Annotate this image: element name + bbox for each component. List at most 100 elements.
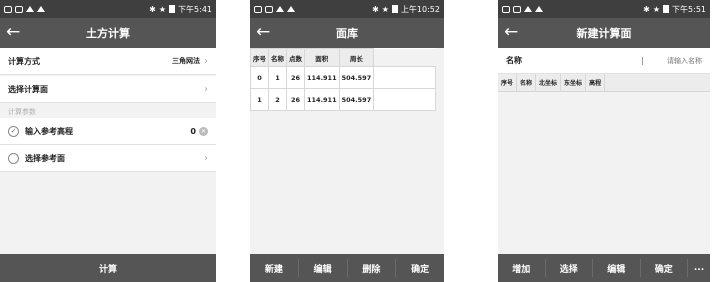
- status-time: 上午10:52: [400, 4, 440, 14]
- star-icon: ★: [652, 4, 661, 14]
- surface-library-screen: ✱ ★ 上午10:52 ← 面库 序号 名称 点数 面积 周长 0 1 26 114…: [250, 0, 444, 282]
- chevron-right-icon: ›: [204, 83, 208, 95]
- page-title: 土方计算: [86, 27, 130, 40]
- select-surface-row[interactable]: 选择计算面 ›: [0, 76, 216, 103]
- name-row: 名称: [498, 48, 710, 74]
- title-bar: ← 新建计算面: [498, 18, 710, 48]
- signal-icon: [535, 6, 543, 12]
- column-header: 序号: [250, 48, 269, 67]
- table-cell: 114.911: [304, 66, 340, 89]
- points-table-header: 序号 名称 北坐标 东坐标 高程: [498, 74, 710, 92]
- select-button[interactable]: 选择: [546, 254, 593, 282]
- back-arrow-icon[interactable]: ←: [504, 23, 518, 41]
- signal-icon: [287, 6, 295, 12]
- ref-surface-label: 选择参考面: [25, 153, 65, 163]
- calc-method-row[interactable]: 计算方式 三角网法 ›: [0, 48, 216, 75]
- page-title: 新建计算面: [576, 27, 632, 40]
- radio-icon[interactable]: [8, 152, 19, 164]
- bluetooth-icon: ✱: [372, 4, 379, 14]
- calc-method-label: 计算方式: [8, 56, 40, 66]
- table-filler: [373, 88, 437, 111]
- star-icon: ★: [381, 4, 389, 14]
- ref-elevation-row[interactable]: ✓ 输入参考高程 0 ✕: [0, 118, 216, 145]
- notification-icon: [502, 5, 510, 13]
- signal-icon: [524, 6, 532, 12]
- surface-table: 序号 名称 点数 面积 周长 0 1 26 114.911 504.597 1 …: [250, 48, 437, 111]
- notification-icon: [15, 5, 23, 13]
- battery-icon: [391, 5, 398, 13]
- battery-icon: [169, 5, 176, 13]
- page-title: 面库: [336, 27, 358, 40]
- title-bar: ← 面库: [250, 18, 444, 48]
- signal-icon: [26, 6, 34, 12]
- column-header: 面积: [304, 48, 340, 67]
- table-row[interactable]: 1 2 26 114.911 504.597: [250, 88, 437, 111]
- chevron-right-icon: ›: [204, 152, 208, 164]
- notification-icon: [513, 5, 521, 13]
- new-button[interactable]: 新建: [250, 254, 298, 282]
- bottom-bar: 新建 编辑 删除 确定: [250, 254, 444, 282]
- notification-icon: [4, 5, 12, 13]
- signal-icon: [37, 6, 45, 12]
- column-header: 周长: [338, 48, 375, 67]
- table-cell: 26: [286, 66, 305, 89]
- table-cell: 504.597: [338, 88, 375, 111]
- column-header: 北坐标: [536, 74, 562, 91]
- calculate-button[interactable]: 计算: [0, 254, 216, 282]
- checked-radio-icon[interactable]: ✓: [8, 125, 19, 137]
- table-cell: 0: [250, 66, 269, 89]
- table-cell: 1: [268, 66, 287, 89]
- back-arrow-icon[interactable]: ←: [6, 23, 20, 41]
- ref-elevation-value[interactable]: 0: [190, 127, 196, 136]
- bluetooth-icon: ✱: [149, 4, 156, 14]
- column-header: 点数: [286, 48, 305, 67]
- table-cell: 114.911: [304, 88, 340, 111]
- battery-icon: [663, 5, 670, 13]
- table-cell: 504.597: [338, 66, 375, 89]
- bottom-bar: 增加 选择 编辑 确定 ...: [498, 254, 710, 282]
- column-header: 名称: [517, 74, 537, 91]
- back-arrow-icon[interactable]: ←: [256, 23, 270, 41]
- table-cell: 2: [268, 88, 287, 111]
- column-header: 东坐标: [561, 74, 587, 91]
- section-header: 计算参数: [0, 103, 216, 118]
- status-bar: ✱ ★ 下午5:41: [0, 0, 216, 18]
- status-time: 下午5:41: [178, 4, 212, 14]
- edit-button[interactable]: 编辑: [593, 254, 640, 282]
- bottom-bar: 计算: [0, 254, 216, 282]
- notification-icon: [254, 5, 262, 13]
- ref-surface-row[interactable]: 选择参考面 ›: [0, 145, 216, 172]
- ok-button[interactable]: 确定: [396, 254, 444, 282]
- name-label: 名称: [506, 56, 522, 65]
- ok-button[interactable]: 确定: [641, 254, 688, 282]
- clear-icon[interactable]: ✕: [199, 126, 208, 136]
- table-row[interactable]: 0 1 26 114.911 504.597: [250, 66, 437, 89]
- more-button[interactable]: ...: [688, 254, 710, 282]
- table-filler: [373, 48, 436, 67]
- earthwork-calc-screen: ✱ ★ 下午5:41 ← 土方计算 计算方式 三角网法 › 选择计算面 › 计算参数…: [0, 0, 216, 282]
- signal-icon: [276, 6, 284, 12]
- select-surface-label: 选择计算面: [8, 84, 48, 94]
- status-bar: ✱ ★ 上午10:52: [250, 0, 444, 18]
- column-header: 高程: [586, 74, 606, 91]
- calc-method-value: 三角网法: [172, 57, 200, 65]
- table-cell: 26: [286, 88, 305, 111]
- table-header-row: 序号 名称 点数 面积 周长: [250, 48, 436, 67]
- status-bar: ✱ ★ 下午5:51: [498, 0, 710, 18]
- column-header: 名称: [268, 48, 287, 67]
- edit-button[interactable]: 编辑: [299, 254, 347, 282]
- status-time: 下午5:51: [672, 4, 706, 14]
- chevron-right-icon: ›: [204, 55, 208, 67]
- ref-elevation-label: 输入参考高程: [25, 126, 73, 136]
- name-input[interactable]: [642, 56, 702, 65]
- table-filler: [373, 66, 437, 89]
- column-header: 序号: [498, 74, 518, 91]
- notification-icon: [265, 5, 273, 13]
- title-bar: ← 土方计算: [0, 18, 216, 48]
- new-surface-screen: ✱★ 下午5:51 ← 新建计算面 名称 序号 名称 北坐标 东坐标 高程 增加 …: [498, 0, 710, 282]
- star-icon: ★: [158, 4, 167, 14]
- delete-button[interactable]: 删除: [348, 254, 396, 282]
- bluetooth-icon: ✱: [643, 4, 650, 14]
- add-button[interactable]: 增加: [498, 254, 545, 282]
- table-cell: 1: [250, 88, 269, 111]
